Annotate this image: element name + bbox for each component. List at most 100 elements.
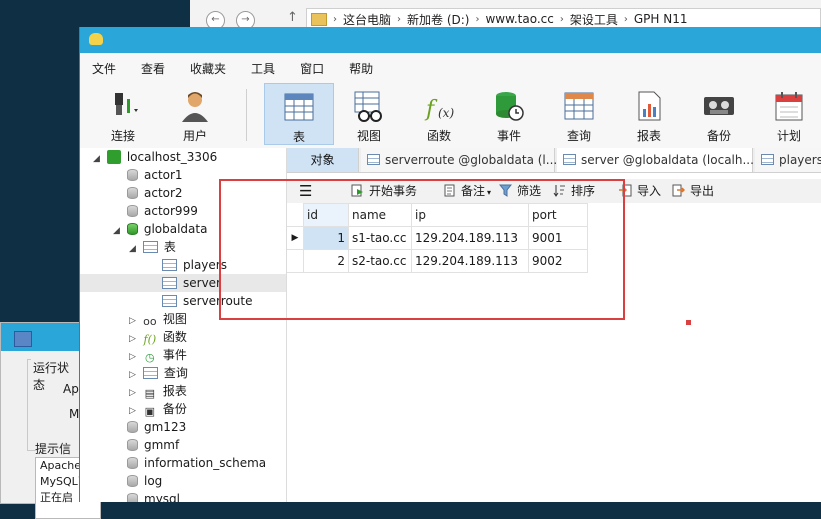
data-grid-area: id name ip port ▶ 1 s1-tao.cc 129.204.18… <box>287 203 821 502</box>
db-label: gm123 <box>144 420 187 434</box>
collapse-icon[interactable]: ◢ <box>129 240 139 258</box>
menu-hamburger-icon[interactable]: ☰ <box>299 179 312 203</box>
tree-db-globaldata[interactable]: ◢ globaldata <box>113 220 207 238</box>
database-icon <box>127 421 138 433</box>
tab-objects[interactable]: 对象 <box>287 148 359 172</box>
filter-icon <box>499 184 512 197</box>
table-icon <box>162 277 177 289</box>
navicat-window: 文件 查看 收藏夹 工具 窗口 帮助 连接 用户 表 视图 f (x) 函数 事… <box>79 27 821 502</box>
annotation-dot <box>686 320 691 325</box>
tree-group-functions[interactable]: ▷ f() 函数 <box>129 328 187 346</box>
table-icon <box>761 154 774 165</box>
tab-serverroute[interactable]: serverroute @globaldata (l... <box>361 148 557 172</box>
cell-port[interactable]: 9001 <box>528 226 588 250</box>
import-button[interactable]: 导入 <box>619 179 661 203</box>
column-header-ip[interactable]: ip <box>411 203 529 227</box>
collapse-icon[interactable]: ◢ <box>93 150 103 168</box>
collapse-icon[interactable]: ◢ <box>113 222 123 240</box>
tree-db-gm123[interactable]: gm123 <box>127 418 186 436</box>
crumb-3[interactable]: www.tao.cc <box>485 12 553 26</box>
tree-db-actor2[interactable]: actor2 <box>127 184 183 202</box>
begin-transaction-button[interactable]: 开始事务 <box>351 179 417 203</box>
table-label: players <box>183 258 227 272</box>
cell-id[interactable]: 2 <box>303 249 349 273</box>
crumb-2[interactable]: 新加卷 (D:) <box>407 11 469 28</box>
tree-table-server[interactable]: server <box>80 274 286 292</box>
tree-group-events[interactable]: ▷ ◷ 事件 <box>129 346 187 364</box>
bg-titlebar <box>1 323 80 351</box>
report-button[interactable]: 报表 <box>614 83 684 145</box>
schedule-button[interactable]: 计划 <box>754 83 821 145</box>
tree-db-gmmf[interactable]: gmmf <box>127 436 179 454</box>
db-label: information_schema <box>144 456 267 470</box>
connect-button[interactable]: 连接 <box>88 83 158 145</box>
crumb-1[interactable]: 这台电脑 <box>343 11 391 28</box>
tree-connection[interactable]: ◢ localhost_3306 <box>93 148 217 166</box>
menu-window[interactable]: 窗口 <box>300 60 336 77</box>
tree-group-reports[interactable]: ▷ ▤ 报表 <box>129 382 187 400</box>
table-button[interactable]: 表 <box>264 83 334 145</box>
view-button[interactable]: 视图 <box>334 83 404 145</box>
tree-group-views[interactable]: ▷ oo 视图 <box>129 310 187 328</box>
filter-button[interactable]: 筛选 <box>499 179 541 203</box>
tree-table-players[interactable]: players <box>162 256 227 274</box>
crumb-4[interactable]: 架设工具 <box>570 11 618 28</box>
table-row[interactable]: 2 s2-tao.cc 129.204.189.113 9002 <box>287 249 588 273</box>
note-button[interactable]: 备注 ▾ <box>443 179 491 203</box>
db-label: mysql <box>144 492 180 502</box>
cell-ip[interactable]: 129.204.189.113 <box>411 249 529 273</box>
sort-button[interactable]: 排序 <box>553 179 595 203</box>
cell-name[interactable]: s2-tao.cc <box>348 249 412 273</box>
report-icon <box>638 91 661 121</box>
group-label: 视图 <box>162 312 187 326</box>
event-icon <box>496 92 524 121</box>
cell-name[interactable]: s1-tao.cc <box>348 226 412 250</box>
crumb-5[interactable]: GPH N11 <box>634 12 688 26</box>
tree-db-actor1[interactable]: actor1 <box>127 166 183 184</box>
db-label: globaldata <box>143 222 208 236</box>
column-header-port[interactable]: port <box>528 203 588 227</box>
row-pointer-header <box>287 203 304 227</box>
connect-label: 连接 <box>110 129 135 143</box>
table-row[interactable]: ▶ 1 s1-tao.cc 129.204.189.113 9001 <box>287 226 588 250</box>
tree-tables-group[interactable]: ◢ 表 <box>129 238 176 256</box>
svg-text:(x): (x) <box>438 106 454 120</box>
user-button[interactable]: 用户 <box>160 83 230 145</box>
column-header-name[interactable]: name <box>348 203 412 227</box>
group-label: 函数 <box>162 330 187 344</box>
tree-group-queries[interactable]: ▷ 查询 <box>129 364 188 382</box>
menu-favorites[interactable]: 收藏夹 <box>190 60 238 77</box>
menu-file[interactable]: 文件 <box>92 60 128 77</box>
column-header-id[interactable]: id <box>303 203 349 227</box>
cell-ip[interactable]: 129.204.189.113 <box>411 226 529 250</box>
tab-players[interactable]: players <box>755 148 821 172</box>
tree-db-mysql[interactable]: mysql <box>127 490 180 502</box>
tab-server[interactable]: server @globaldata (localh... <box>557 148 754 172</box>
tree-db-information-schema[interactable]: information_schema <box>127 454 266 472</box>
cell-port[interactable]: 9002 <box>528 249 588 273</box>
database-icon <box>127 475 138 487</box>
up-arrow-icon[interactable]: ↑ <box>287 10 298 25</box>
group-label: 表 <box>163 240 176 254</box>
function-button[interactable]: f (x) 函数 <box>404 83 474 145</box>
navigation-tree: ◢ localhost_3306 actor1 actor2 actor999 … <box>80 148 287 502</box>
menu-view[interactable]: 查看 <box>141 60 177 77</box>
cell-id[interactable]: 1 <box>303 226 349 250</box>
function-label: 函数 <box>426 129 451 143</box>
backup-button[interactable]: 备份 <box>684 83 754 145</box>
event-button[interactable]: 事件 <box>474 83 544 145</box>
window-titlebar[interactable] <box>80 27 821 53</box>
tree-group-backups[interactable]: ▷ ▣ 备份 <box>129 400 187 418</box>
tree-db-log[interactable]: log <box>127 472 162 490</box>
tree-db-actor999[interactable]: actor999 <box>127 202 198 220</box>
background-control-panel: 运行状态 Ap M 提示信息 Apache MySQL已 正在启 <box>0 322 101 519</box>
grid-header-row: id name ip port <box>287 203 588 227</box>
import-icon <box>619 184 632 197</box>
export-button[interactable]: 导出 <box>672 179 714 203</box>
menu-tools[interactable]: 工具 <box>251 60 287 77</box>
query-button[interactable]: 查询 <box>544 83 614 145</box>
tree-table-serverroute[interactable]: serverroute <box>162 292 252 310</box>
main-toolbar: 连接 用户 表 视图 f (x) 函数 事件 查询 报表 备份 计划 <box>80 83 821 150</box>
row-pointer-icon: ▶ <box>287 226 304 250</box>
menu-help[interactable]: 帮助 <box>349 60 385 77</box>
